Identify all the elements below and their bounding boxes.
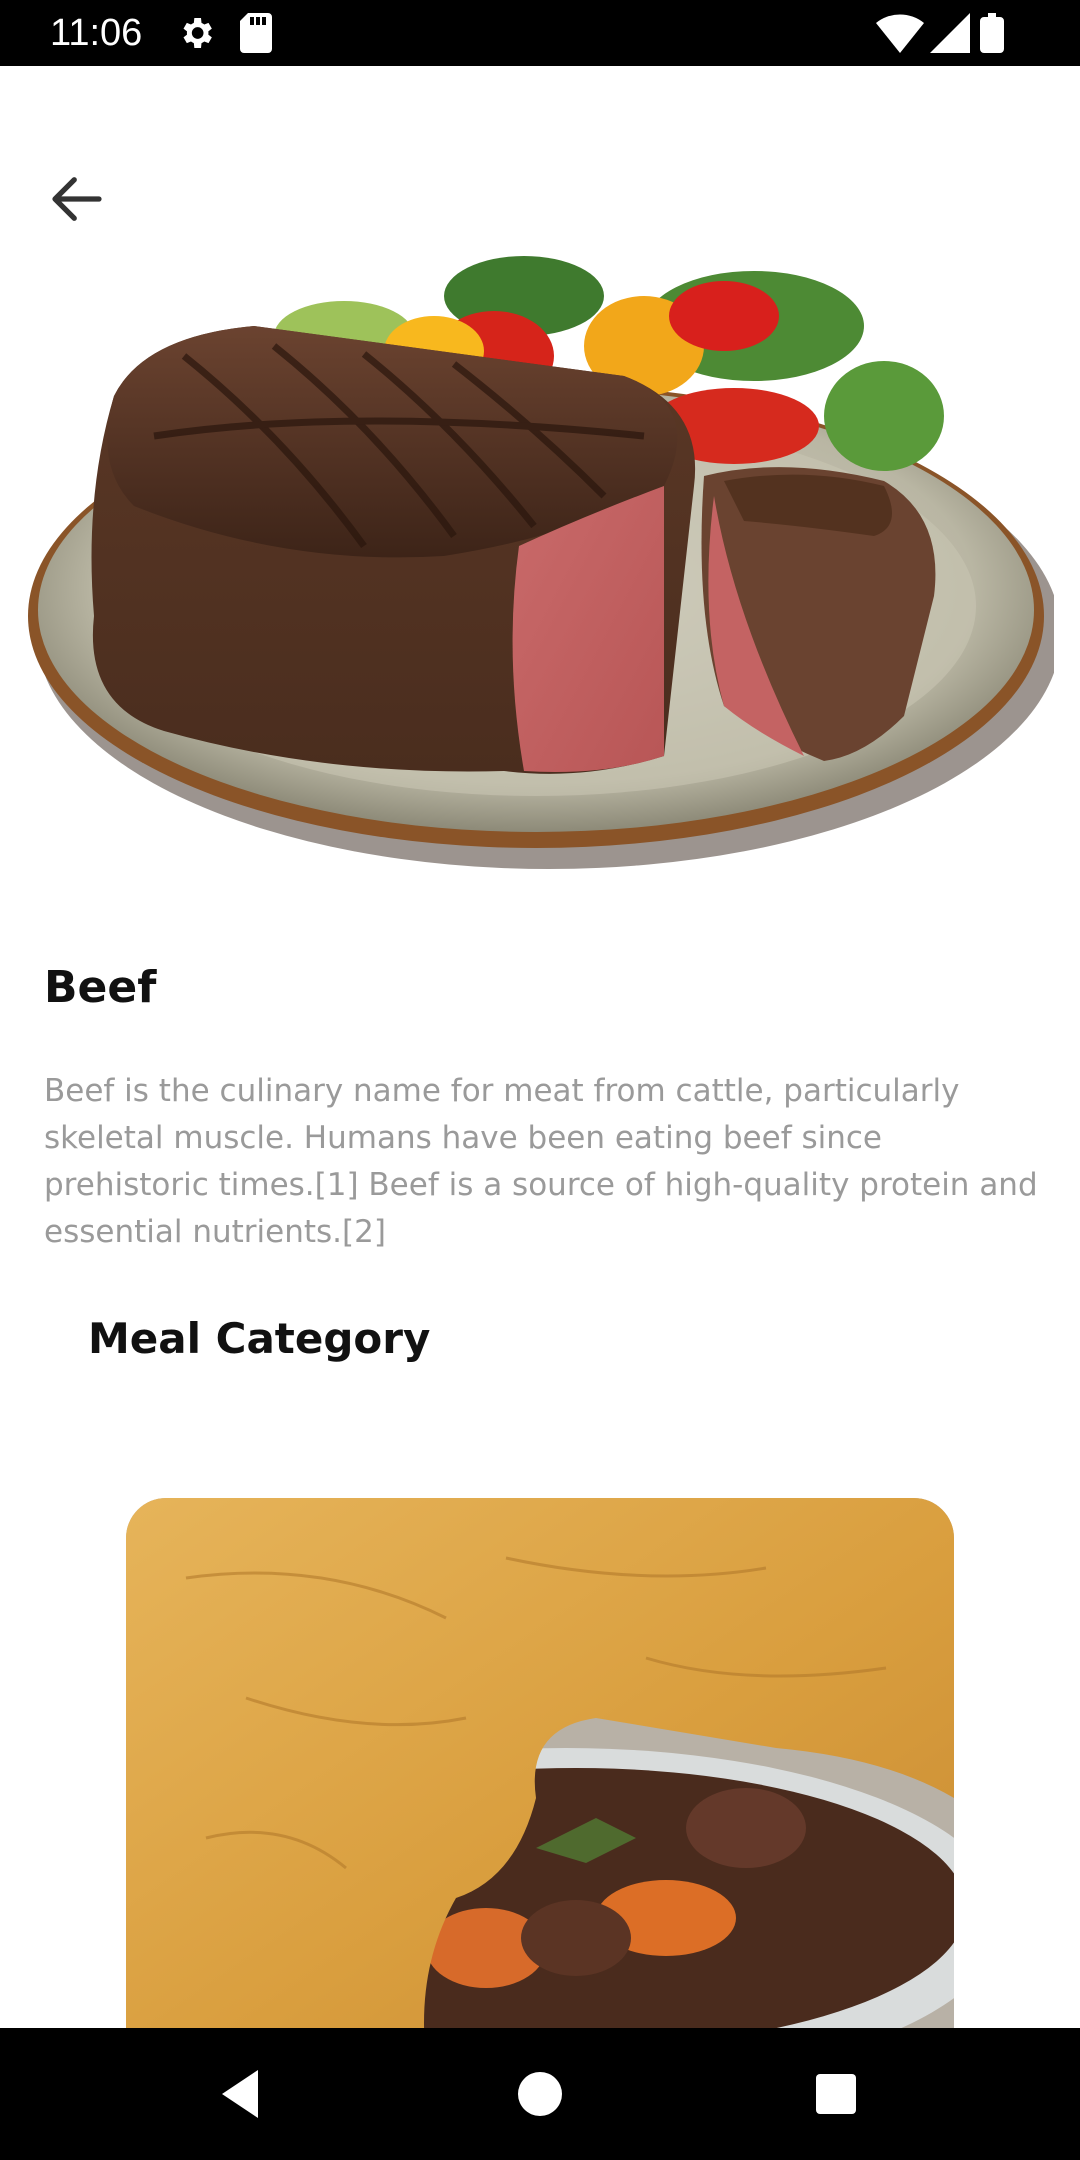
system-nav-bar xyxy=(0,2028,1080,2160)
sd-card-icon xyxy=(240,13,272,57)
description-text: Beef is the culinary name for meat from … xyxy=(44,1073,1038,1250)
battery-icon xyxy=(980,13,1004,57)
recents-square-icon[interactable] xyxy=(812,2064,860,2128)
back-triangle-icon[interactable] xyxy=(218,2064,266,2128)
meal-card-image[interactable] xyxy=(126,1498,954,2058)
home-circle-icon[interactable] xyxy=(516,2064,564,2128)
arrow-left-icon xyxy=(52,177,102,221)
wifi-icon xyxy=(876,13,924,57)
page-title: Beef xyxy=(44,962,157,1013)
status-time: 11:06 xyxy=(50,12,143,54)
beef-hero-image xyxy=(24,236,1061,886)
status-bar: 11:06 xyxy=(0,0,1080,66)
signal-icon xyxy=(930,13,970,57)
meal-category-heading: Meal Category xyxy=(88,1314,431,1363)
gear-icon xyxy=(176,13,216,57)
back-button[interactable] xyxy=(44,166,110,232)
